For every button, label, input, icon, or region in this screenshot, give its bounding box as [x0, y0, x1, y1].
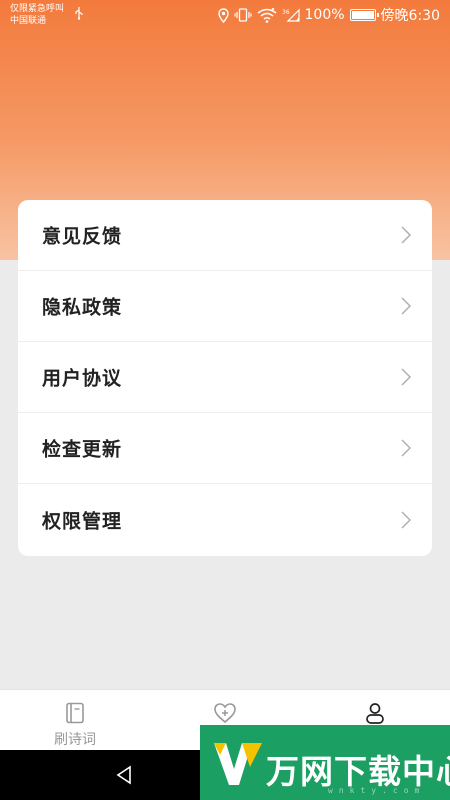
vibrate-icon — [233, 8, 252, 22]
chevron-right-icon — [401, 297, 412, 315]
book-icon — [66, 702, 84, 724]
tab-poems[interactable]: 刷诗词 — [0, 690, 150, 750]
status-bar: 仅限紧急呼叫 中国联通 36 100% 傍晚6:30 — [0, 0, 450, 32]
emergency-text: 仅限紧急呼叫 — [10, 4, 65, 14]
menu-item-label: 用户协议 — [42, 367, 123, 390]
status-left: 仅限紧急呼叫 中国联通 — [10, 3, 64, 27]
settings-screen: 仅限紧急呼叫 中国联通 36 100% 傍晚6:30 意见反馈 隐私政策 用户协… — [0, 0, 450, 800]
menu-item-permissions[interactable]: 权限管理 — [18, 484, 432, 556]
status-time: 傍晚6:30 — [380, 8, 440, 24]
user-icon — [366, 703, 384, 724]
tab-label: 刷诗词 — [54, 732, 96, 748]
chevron-right-icon — [401, 226, 412, 244]
watermark-url: wnkty.com — [328, 786, 426, 795]
back-icon[interactable] — [113, 764, 135, 786]
heart-plus-icon — [214, 703, 236, 724]
chevron-right-icon — [401, 439, 412, 457]
usb-icon — [75, 7, 83, 20]
watermark-banner: 万网下载中心 wnkty.com — [200, 725, 450, 800]
signal-icon: 36 — [282, 8, 300, 22]
location-icon — [217, 7, 229, 23]
settings-card: 意见反馈 隐私政策 用户协议 检查更新 权限管理 — [18, 200, 432, 556]
chevron-right-icon — [401, 511, 412, 529]
battery-icon — [349, 9, 379, 21]
menu-item-privacy-policy[interactable]: 隐私政策 — [18, 271, 432, 342]
signal-tag: 36 — [282, 9, 290, 16]
carrier-name: 中国联通 — [10, 16, 47, 26]
watermark-logo — [214, 743, 262, 785]
menu-item-label: 意见反馈 — [42, 225, 123, 248]
status-right: 36 100% 傍晚6:30 — [217, 5, 440, 25]
menu-item-check-update[interactable]: 检查更新 — [18, 413, 432, 484]
menu-item-user-agreement[interactable]: 用户协议 — [18, 342, 432, 413]
wifi-icon — [257, 7, 276, 23]
menu-item-label: 隐私政策 — [42, 296, 123, 319]
menu-item-feedback[interactable]: 意见反馈 — [18, 200, 432, 271]
menu-item-label: 检查更新 — [42, 438, 123, 461]
battery-level — [351, 11, 374, 19]
chevron-right-icon — [401, 368, 412, 386]
menu-item-label: 权限管理 — [42, 510, 123, 533]
battery-percent: 100% — [304, 7, 345, 23]
